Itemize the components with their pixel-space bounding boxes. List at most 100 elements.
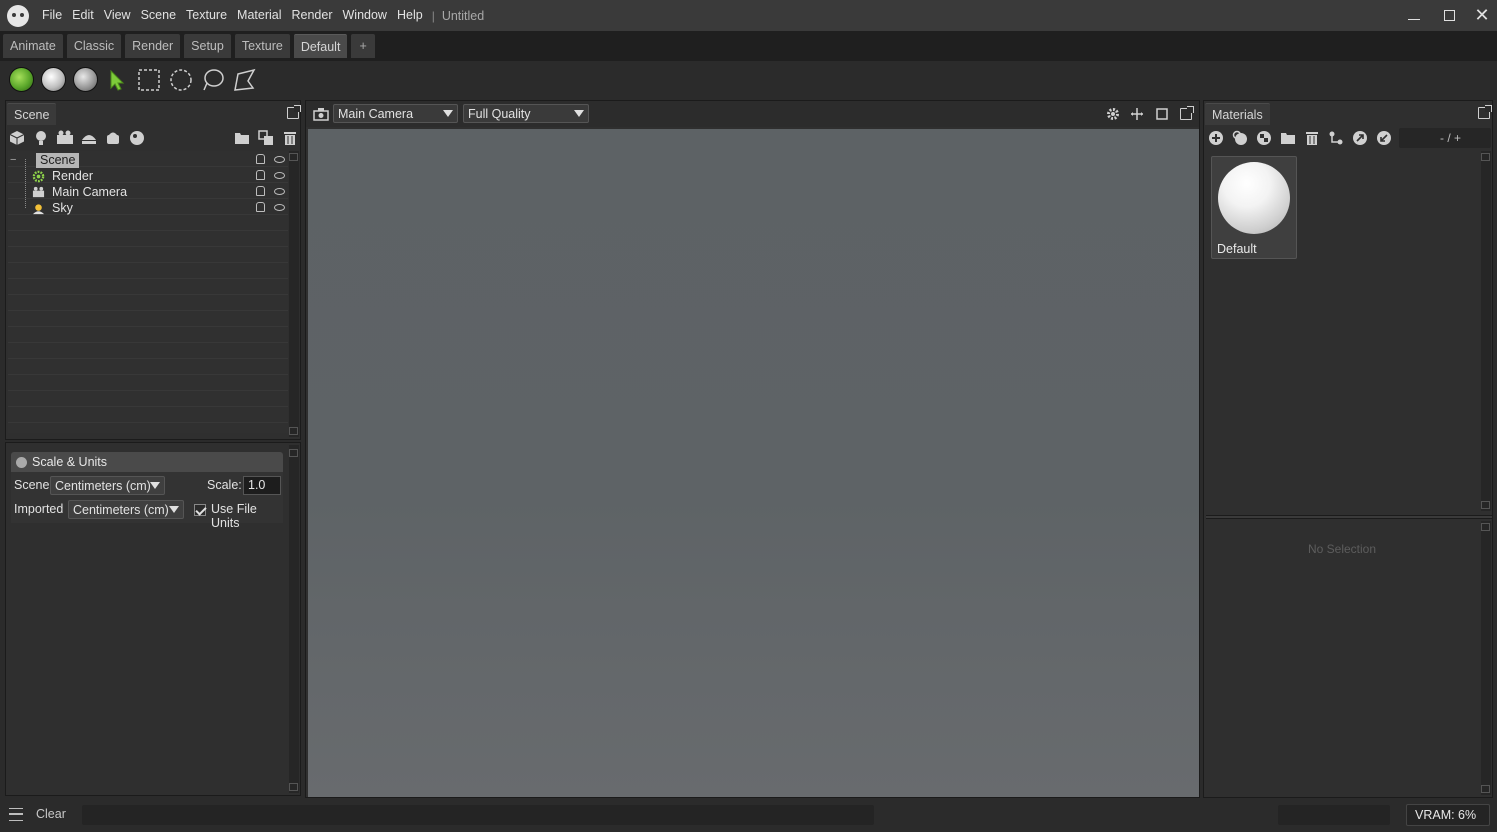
scroll-down-icon[interactable] bbox=[289, 783, 298, 791]
panel-splitter[interactable] bbox=[1206, 515, 1492, 519]
scale-units-header[interactable]: Scale & Units bbox=[11, 452, 283, 472]
scale-panel-scrollbar[interactable] bbox=[289, 445, 299, 793]
menu-edit[interactable]: Edit bbox=[67, 0, 99, 31]
scale-input[interactable]: 1.0 bbox=[243, 476, 281, 495]
tab-classic[interactable]: Classic bbox=[66, 34, 122, 58]
folder-icon[interactable] bbox=[234, 130, 250, 146]
imported-unit-label: Imported bbox=[14, 502, 64, 516]
lock-icon[interactable] bbox=[256, 154, 265, 164]
group-icon[interactable] bbox=[258, 130, 274, 146]
lasso-select-button[interactable] bbox=[200, 67, 226, 93]
lock-icon[interactable] bbox=[256, 170, 265, 180]
select-tool-button[interactable] bbox=[104, 67, 130, 93]
geometry-preview-icon[interactable] bbox=[72, 67, 98, 92]
delete-material-icon[interactable] bbox=[1304, 130, 1320, 146]
add-primitive-icon[interactable] bbox=[105, 130, 121, 146]
lock-icon[interactable] bbox=[256, 202, 265, 212]
region-render-icon[interactable] bbox=[1155, 107, 1169, 121]
camera-select-value: Main Camera bbox=[338, 106, 414, 121]
add-layout-tab-button[interactable]: + bbox=[351, 34, 375, 58]
add-mesh-icon[interactable] bbox=[9, 130, 25, 146]
menu-texture[interactable]: Texture bbox=[181, 0, 232, 31]
scale-units-title: Scale & Units bbox=[32, 455, 108, 469]
scroll-up-icon[interactable] bbox=[289, 449, 298, 457]
scroll-up-icon[interactable] bbox=[1481, 523, 1490, 531]
scene-tree[interactable]: − Scene Render Main Camera Sky bbox=[8, 151, 288, 433]
tree-item-sky[interactable]: Sky bbox=[8, 200, 288, 216]
checker-material-icon[interactable] bbox=[1256, 130, 1272, 146]
visibility-eye-icon[interactable] bbox=[274, 204, 285, 211]
add-environment-icon[interactable] bbox=[81, 130, 97, 146]
viewport-canvas[interactable] bbox=[308, 129, 1199, 820]
rect-select-button[interactable] bbox=[136, 67, 162, 93]
tab-setup[interactable]: Setup bbox=[184, 34, 231, 58]
viewport-popout-icon[interactable] bbox=[1180, 106, 1194, 120]
materials-popout-icon[interactable] bbox=[1478, 105, 1492, 119]
materials-panel-tab[interactable]: Materials bbox=[1205, 103, 1270, 125]
material-props-scrollbar[interactable] bbox=[1481, 521, 1491, 795]
render-gear-icon bbox=[32, 170, 45, 182]
material-tree-icon[interactable] bbox=[1328, 130, 1344, 146]
collapse-toggle-icon[interactable]: − bbox=[10, 154, 24, 166]
scene-popout-icon[interactable] bbox=[287, 105, 301, 119]
tab-animate[interactable]: Animate bbox=[3, 34, 63, 58]
tree-item-label: Main Camera bbox=[52, 184, 128, 199]
visibility-eye-icon[interactable] bbox=[274, 156, 285, 163]
viewport-header: Main Camera Full Quality bbox=[306, 101, 1199, 127]
maximize-button[interactable] bbox=[1433, 0, 1465, 31]
camera-settings-icon[interactable] bbox=[313, 107, 329, 121]
menu-file[interactable]: File bbox=[37, 0, 67, 31]
delete-icon[interactable] bbox=[282, 130, 298, 146]
menu-help[interactable]: Help bbox=[392, 0, 428, 31]
tree-item-main-camera[interactable]: Main Camera bbox=[8, 184, 288, 200]
add-light-icon[interactable] bbox=[33, 130, 49, 146]
material-zoom-control[interactable]: - / + bbox=[1399, 128, 1491, 148]
duplicate-material-icon[interactable] bbox=[1232, 130, 1248, 146]
realtime-render-icon[interactable] bbox=[8, 67, 34, 92]
tab-default[interactable]: Default bbox=[293, 34, 348, 58]
menu-view[interactable]: View bbox=[99, 0, 136, 31]
menu-scene[interactable]: Scene bbox=[136, 0, 181, 31]
scroll-up-icon[interactable] bbox=[289, 153, 298, 161]
scroll-down-icon[interactable] bbox=[1481, 501, 1490, 509]
close-window-button[interactable]: ✕ bbox=[1466, 0, 1497, 31]
polygon-select-button[interactable] bbox=[232, 67, 258, 93]
add-camera-icon[interactable] bbox=[56, 130, 74, 146]
use-file-units-checkbox[interactable] bbox=[194, 504, 206, 516]
tree-item-scene[interactable]: − Scene bbox=[8, 152, 288, 168]
export-material-icon[interactable] bbox=[1352, 130, 1368, 146]
circle-select-button[interactable] bbox=[168, 67, 194, 93]
tree-item-render[interactable]: Render bbox=[8, 168, 288, 184]
clear-log-button[interactable]: Clear bbox=[36, 807, 66, 821]
select-arrow-icon bbox=[110, 69, 125, 91]
minimize-button[interactable] bbox=[1398, 0, 1430, 31]
lock-icon[interactable] bbox=[256, 186, 265, 196]
visibility-eye-icon[interactable] bbox=[274, 172, 285, 179]
menu-render[interactable]: Render bbox=[287, 0, 338, 31]
menu-material[interactable]: Material bbox=[232, 0, 286, 31]
scene-panel-tab[interactable]: Scene bbox=[7, 103, 57, 125]
import-material-icon[interactable] bbox=[1376, 130, 1392, 146]
scene-unit-dropdown[interactable]: Centimeters (cm) bbox=[50, 476, 165, 495]
tab-texture[interactable]: Texture bbox=[234, 34, 290, 58]
material-preview-icon[interactable] bbox=[40, 67, 66, 92]
camera-select-dropdown[interactable]: Main Camera bbox=[333, 104, 458, 123]
material-folder-icon[interactable] bbox=[1280, 130, 1296, 146]
scroll-down-icon[interactable] bbox=[1481, 785, 1490, 793]
scroll-up-icon[interactable] bbox=[1481, 153, 1490, 161]
tab-render[interactable]: Render bbox=[125, 34, 181, 58]
fit-view-icon[interactable] bbox=[1130, 107, 1144, 121]
add-sky-icon[interactable] bbox=[129, 130, 145, 146]
gear-icon[interactable] bbox=[1106, 107, 1120, 121]
scene-scrollbar[interactable] bbox=[289, 151, 299, 437]
material-item-default[interactable]: Default bbox=[1211, 156, 1297, 259]
imported-unit-dropdown[interactable]: Centimeters (cm) bbox=[68, 500, 184, 519]
quality-select-dropdown[interactable]: Full Quality bbox=[463, 104, 589, 123]
log-list-icon[interactable] bbox=[9, 808, 23, 821]
app-logo-icon[interactable] bbox=[7, 4, 29, 27]
material-grid-scrollbar[interactable] bbox=[1481, 151, 1491, 511]
add-material-icon[interactable] bbox=[1208, 130, 1224, 146]
menu-window[interactable]: Window bbox=[338, 0, 392, 31]
visibility-eye-icon[interactable] bbox=[274, 188, 285, 195]
scroll-down-icon[interactable] bbox=[289, 427, 298, 435]
